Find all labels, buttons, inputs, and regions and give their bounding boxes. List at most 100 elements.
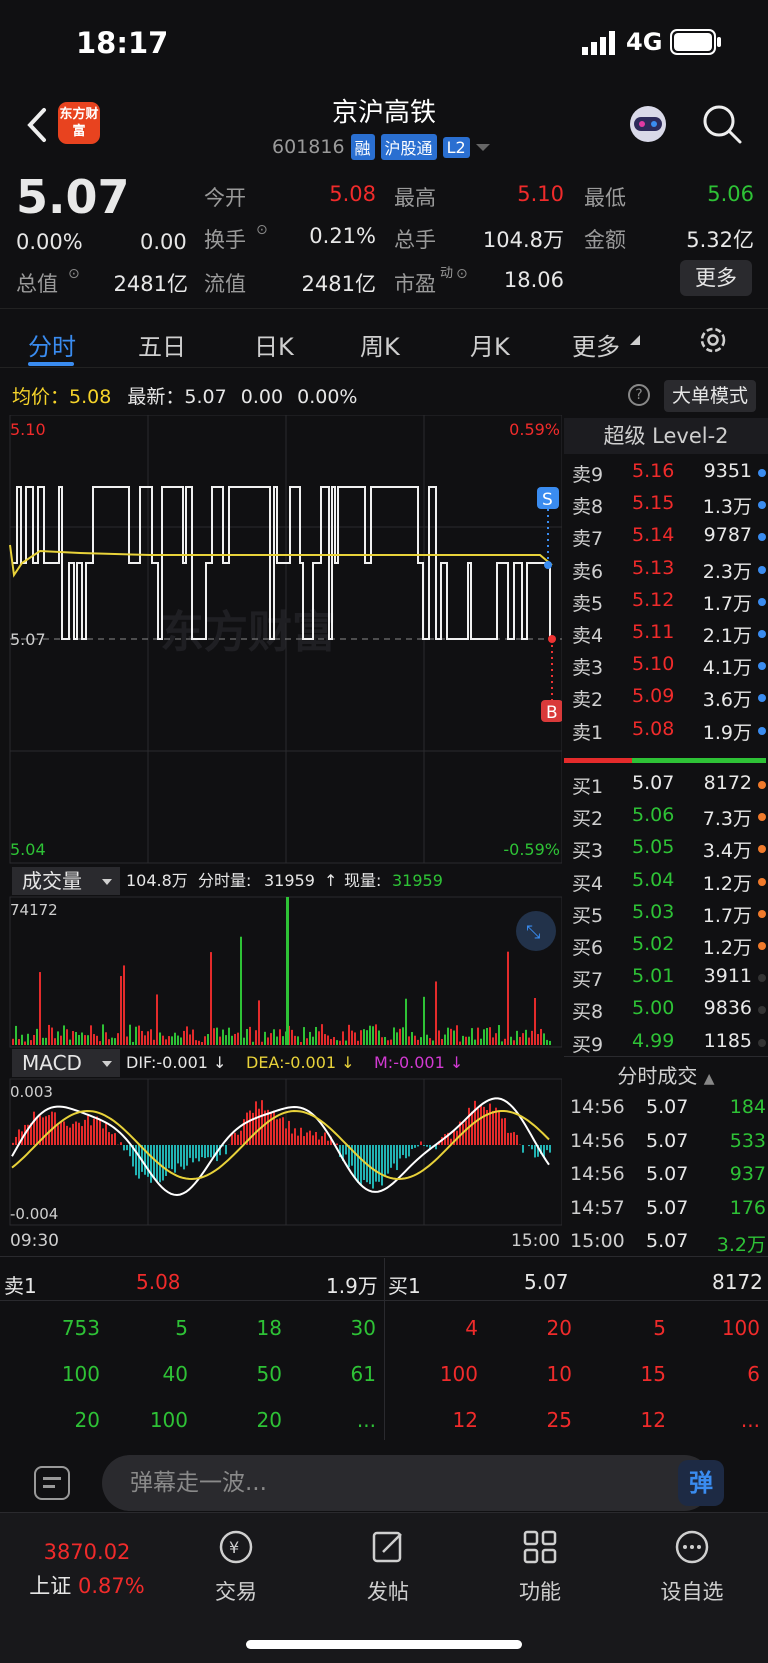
latest-label: 最新：: [127, 386, 185, 408]
network-type: 4G: [626, 28, 663, 56]
ask-row[interactable]: 卖7 5.14 9787: [570, 524, 766, 556]
ask-level: 卖3: [572, 657, 604, 680]
bid-row[interactable]: 买2 5.06 7.3万: [570, 804, 766, 836]
ask-level: 卖4: [572, 625, 604, 647]
bid-row[interactable]: 买8 5.00 9836: [570, 997, 766, 1029]
assistant-robot-icon[interactable]: [624, 100, 672, 148]
macd-bar: [234, 1132, 236, 1145]
ask-row[interactable]: 卖4 5.11 2.1万: [570, 621, 766, 653]
nav-trade[interactable]: ¥ 交易: [186, 1528, 286, 1606]
sell-dot: [544, 561, 552, 569]
index-ticker[interactable]: 3870.02 上证 0.87%: [22, 1540, 152, 1600]
volume-bar: [390, 1039, 392, 1045]
bid-row[interactable]: 买7 5.01 3911: [570, 965, 766, 997]
bid-volume: 1.7万: [702, 904, 752, 927]
volume-bar: [516, 1030, 518, 1045]
ask-row[interactable]: 卖9 5.16 9351: [570, 460, 766, 492]
stock-code: 601816: [272, 136, 345, 158]
volume-bar: [111, 1037, 113, 1045]
intraday-chart[interactable]: 东方财富 S B 5.10 5.07 5.04 0.59% -0.59% 成交量…: [0, 415, 562, 1255]
macd-bar: [150, 1145, 152, 1183]
volume-bar: [189, 1034, 191, 1045]
bid-row[interactable]: 买4 5.04 1.2万: [570, 869, 766, 901]
volume-bar: [228, 1027, 230, 1045]
macd-bar: [531, 1145, 533, 1150]
info-icon[interactable]: ⊙: [256, 222, 268, 238]
tick-title[interactable]: 分时成交 ▲: [564, 1060, 768, 1089]
bid-row[interactable]: 买5 5.03 1.7万: [570, 901, 766, 933]
queue-sell-cell: 100: [149, 1408, 188, 1432]
ask-row[interactable]: 卖2 5.09 3.6万: [570, 685, 766, 717]
volume-bar: [384, 1036, 386, 1045]
stock-code-row[interactable]: 601816 融 沪股通 L2: [272, 133, 490, 161]
tab-weekly-k[interactable]: 周K: [360, 327, 400, 362]
volume-bar: [546, 1039, 548, 1045]
bid-row[interactable]: 买1 5.07 8172: [570, 772, 766, 804]
volume-bar: [240, 936, 242, 1045]
tick-price: 5.07: [646, 1096, 689, 1118]
volume-bar: [339, 1040, 341, 1045]
macd-bar: [384, 1145, 386, 1177]
more-quote-button[interactable]: 更多: [680, 260, 752, 296]
volume-bar: [540, 1028, 542, 1045]
macd-bar: [225, 1145, 227, 1155]
volume-bar: [537, 1034, 539, 1045]
ask-row[interactable]: 卖3 5.10 4.1万: [570, 653, 766, 685]
nav-post[interactable]: 发帖: [338, 1528, 438, 1606]
expand-icon[interactable]: ⤡: [516, 911, 556, 951]
info-icon[interactable]: ⊙: [68, 266, 80, 282]
bid-row[interactable]: 买6 5.02 1.2万: [570, 933, 766, 965]
info-icon[interactable]: ⊙: [456, 266, 468, 282]
danmu-input[interactable]: 弹幕走一波...: [102, 1455, 712, 1511]
macd-bar: [297, 1135, 299, 1145]
nav-add-watchlist[interactable]: 设自选: [642, 1528, 742, 1606]
ask-row[interactable]: 卖8 5.15 1.3万: [570, 492, 766, 524]
settings-icon[interactable]: [698, 325, 728, 355]
tab-monthly-k[interactable]: 月K: [470, 327, 510, 362]
ask-row[interactable]: 卖6 5.13 2.3万: [570, 557, 766, 589]
search-icon[interactable]: [700, 102, 744, 146]
x-end-label: 15:00: [511, 1231, 560, 1251]
macd-bar: [282, 1117, 284, 1145]
macd-bar: [72, 1123, 74, 1145]
macd-bar: [312, 1135, 314, 1145]
volume-bar: [174, 1032, 176, 1045]
macd-bar: [267, 1109, 269, 1145]
tick-volume: 533: [729, 1129, 766, 1152]
macd-bar: [198, 1145, 200, 1162]
volume-bar: [435, 981, 437, 1045]
bid-row[interactable]: 买3 5.05 3.4万: [570, 836, 766, 868]
macd-bar: [252, 1112, 254, 1145]
pe-label: 市盈: [394, 272, 436, 296]
macd-bar: [78, 1122, 80, 1145]
volume-bar: [504, 1038, 506, 1045]
sell-marker[interactable]: S: [537, 487, 559, 510]
help-icon[interactable]: ?: [628, 384, 650, 406]
macd-bar: [360, 1145, 362, 1185]
tab-more[interactable]: 更多: [572, 327, 620, 362]
tab-five-day[interactable]: 五日: [138, 327, 186, 362]
nav-functions[interactable]: 功能: [490, 1528, 590, 1606]
ask-row[interactable]: 卖5 5.12 1.7万: [570, 589, 766, 621]
tab-intraday[interactable]: 分时: [28, 327, 76, 362]
tab-daily-k[interactable]: 日K: [254, 327, 294, 362]
volume-bar: [237, 1032, 239, 1045]
queue-buy-cell: 5: [653, 1316, 666, 1340]
macd-bar: [390, 1145, 392, 1168]
level2-title[interactable]: 超级 Level-2: [564, 418, 768, 454]
ask-row[interactable]: 卖1 5.08 1.9万: [570, 718, 766, 750]
comment-list-icon[interactable]: [34, 1466, 70, 1500]
queue-sell-cell: 50: [256, 1362, 282, 1386]
big-order-mode-button[interactable]: 大单模式: [664, 380, 756, 412]
macd-bar: [54, 1112, 56, 1145]
volume-bar: [138, 1025, 140, 1045]
ask-price: 5.08: [632, 717, 675, 740]
buy-marker[interactable]: B: [541, 700, 562, 723]
bid-price: 5.03: [632, 900, 675, 923]
bid-dot: [758, 1038, 766, 1047]
volume-bar: [78, 1034, 80, 1045]
macd-bar: [258, 1108, 260, 1145]
macd-bar: [327, 1140, 329, 1145]
danmu-toggle-button[interactable]: 弹: [678, 1460, 724, 1506]
macd-bar: [201, 1145, 203, 1158]
